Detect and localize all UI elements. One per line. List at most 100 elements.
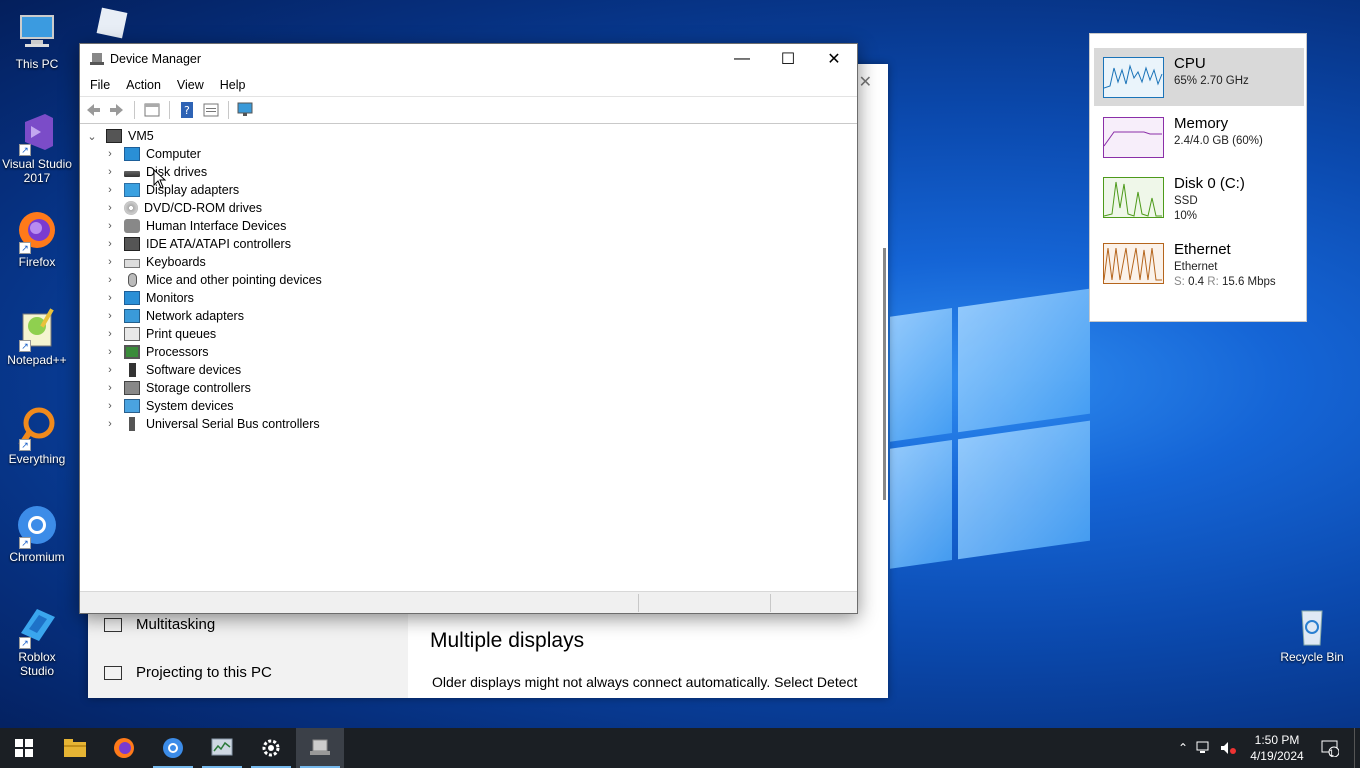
collapse-chevron-icon[interactable]: ⌄ xyxy=(86,130,98,143)
show-desktop-button[interactable] xyxy=(1354,728,1360,768)
settings-nav-multitasking[interactable]: Multitasking xyxy=(104,616,215,633)
device-category-human-interface-devices[interactable]: › Human Interface Devices xyxy=(104,217,286,235)
expand-chevron-icon[interactable]: › xyxy=(104,328,116,340)
expand-chevron-icon[interactable]: › xyxy=(104,238,116,250)
device-category-ide-ata-atapi-controllers[interactable]: › IDE ATA/ATAPI controllers xyxy=(104,235,291,253)
menu-action[interactable]: Action xyxy=(118,78,169,92)
tree-root-label: VM5 xyxy=(128,129,154,143)
expand-chevron-icon[interactable]: › xyxy=(104,274,116,286)
disk-type-text: SSD xyxy=(1174,195,1198,207)
device-category-processors[interactable]: › Processors xyxy=(104,343,209,361)
device-category-label: Keyboards xyxy=(146,255,206,269)
chromium-icon xyxy=(163,738,183,758)
system-tray: ⌃ xyxy=(1175,728,1239,768)
device-category-universal-serial-bus-controllers[interactable]: › Universal Serial Bus controllers xyxy=(104,415,320,433)
expand-chevron-icon[interactable]: › xyxy=(104,148,116,160)
taskbar-device-manager[interactable] xyxy=(296,728,344,768)
scan-hardware-button[interactable] xyxy=(237,101,255,119)
device-category-print-queues[interactable]: › Print queues xyxy=(104,325,216,343)
perf-item-memory[interactable]: Memory 2.4/4.0 GB (60%) xyxy=(1094,108,1304,166)
taskbar-clock[interactable]: 1:50 PM 4/19/2024 xyxy=(1246,732,1308,764)
device-category-dvd-cd-rom-drives[interactable]: › DVD/CD-ROM drives xyxy=(104,199,262,217)
mouse-icon xyxy=(128,273,137,287)
expand-chevron-icon[interactable]: › xyxy=(104,400,116,412)
computer-root-icon xyxy=(106,129,122,143)
desktop-icon-notepadpp[interactable]: ↗ Notepad++ xyxy=(0,306,74,367)
desktop-icon-everything[interactable]: ↗ Everything xyxy=(0,405,74,466)
menu-view[interactable]: View xyxy=(169,78,212,92)
expand-chevron-icon[interactable]: › xyxy=(104,382,116,394)
device-tree: ⌄ VM5 › Computer › Disk drives › Display adap… xyxy=(80,126,857,590)
expand-chevron-icon[interactable]: › xyxy=(104,292,116,304)
back-button[interactable] xyxy=(84,101,102,119)
device-category-software-devices[interactable]: › Software devices xyxy=(104,361,241,379)
perf-item-ethernet[interactable]: Ethernet Ethernet S: 0.4 R: 15.6 Mbps xyxy=(1094,234,1304,294)
expand-chevron-icon[interactable]: › xyxy=(104,166,116,178)
action-center-button[interactable]: 1 xyxy=(1316,728,1344,768)
expand-chevron-icon[interactable]: › xyxy=(104,418,116,430)
desktop-icon-firefox[interactable]: ↗ Firefox xyxy=(0,208,74,269)
settings-nav-projecting[interactable]: Projecting to this PC xyxy=(104,664,272,681)
taskbar: ⌃ 1:50 PM 4/19/2024 1 xyxy=(0,728,1360,768)
processor-icon xyxy=(124,345,140,359)
network-icon[interactable] xyxy=(1191,741,1217,755)
device-category-mice-and-other-pointing-devices[interactable]: › Mice and other pointing devices xyxy=(104,271,322,289)
maximize-button[interactable]: ☐ xyxy=(765,44,811,74)
expand-chevron-icon[interactable]: › xyxy=(104,202,116,214)
everything-icon: ↗ xyxy=(15,405,59,451)
desktop-icon-recycle-bin[interactable]: Recycle Bin xyxy=(1275,603,1349,664)
taskbar-settings[interactable] xyxy=(247,728,295,768)
expand-chevron-icon[interactable]: › xyxy=(104,346,116,358)
ethernet-adapter-text: Ethernet xyxy=(1174,261,1218,273)
display-adapter-icon xyxy=(124,183,140,197)
desktop-icon-label: This PC xyxy=(15,57,59,71)
perf-item-cpu[interactable]: CPU 65% 2.70 GHz xyxy=(1094,48,1304,106)
taskbar-chromium[interactable] xyxy=(149,728,197,768)
close-button[interactable]: ✕ xyxy=(811,44,857,74)
device-category-network-adapters[interactable]: › Network adapters xyxy=(104,307,244,325)
tree-root[interactable]: ⌄ VM5 xyxy=(86,127,154,145)
taskbar-firefox[interactable] xyxy=(100,728,148,768)
desktop-icon-roblox-studio[interactable]: ↗ Roblox Studio xyxy=(0,603,74,678)
desktop-icon-this-pc[interactable]: This PC xyxy=(0,10,74,71)
memory-usage-text: 2.4/4.0 GB (60%) xyxy=(1174,135,1263,147)
expand-chevron-icon[interactable]: › xyxy=(104,256,116,268)
desktop: This PC ↗ Visual Studio 2017 ↗ Firefox ↗… xyxy=(0,0,1360,728)
desktop-icon-label: Chromium xyxy=(9,550,65,564)
toolbar: ? xyxy=(80,96,857,124)
device-category-system-devices[interactable]: › System devices xyxy=(104,397,234,415)
hid-icon xyxy=(124,219,140,233)
menu-help[interactable]: Help xyxy=(212,78,254,92)
help-button[interactable]: ? xyxy=(178,101,196,119)
device-category-monitors[interactable]: › Monitors xyxy=(104,289,194,307)
device-category-display-adapters[interactable]: › Display adapters xyxy=(104,181,239,199)
device-category-storage-controllers[interactable]: › Storage controllers xyxy=(104,379,251,397)
perf-item-disk[interactable]: Disk 0 (C:) SSD 10% xyxy=(1094,168,1304,226)
show-hide-console-tree-button[interactable] xyxy=(143,101,161,119)
expand-chevron-icon[interactable]: › xyxy=(104,310,116,322)
desktop-icon-chromium[interactable]: ↗ Chromium xyxy=(0,503,74,564)
device-category-computer[interactable]: › Computer xyxy=(104,145,201,163)
start-button[interactable] xyxy=(0,728,48,768)
device-category-label: Computer xyxy=(146,147,201,161)
expand-chevron-icon[interactable]: › xyxy=(104,220,116,232)
device-manager-window[interactable]: Device Manager — ☐ ✕ File Action View He… xyxy=(79,43,858,614)
expand-chevron-icon[interactable]: › xyxy=(104,184,116,196)
minimize-button[interactable]: — xyxy=(719,44,765,74)
volume-muted-icon[interactable] xyxy=(1217,741,1239,755)
taskbar-file-explorer[interactable] xyxy=(51,728,99,768)
clock-time: 1:50 PM xyxy=(1254,733,1300,747)
device-manager-titlebar[interactable]: Device Manager — ☐ ✕ xyxy=(80,44,857,74)
show-hidden-icons-chevron-icon[interactable]: ⌃ xyxy=(1175,741,1191,755)
expand-chevron-icon[interactable]: › xyxy=(104,364,116,376)
menu-file[interactable]: File xyxy=(82,78,118,92)
settings-scrollbar[interactable] xyxy=(883,248,886,500)
taskbar-task-manager[interactable] xyxy=(198,728,246,768)
device-category-keyboards[interactable]: › Keyboards xyxy=(104,253,206,271)
shortcut-arrow-icon: ↗ xyxy=(19,537,31,549)
settings-close-icon[interactable]: ✕ xyxy=(859,72,872,92)
properties-button[interactable] xyxy=(202,101,220,119)
cpu-graph xyxy=(1103,57,1164,98)
desktop-icon-visual-studio[interactable]: ↗ Visual Studio 2017 xyxy=(0,110,74,185)
forward-button[interactable] xyxy=(108,101,126,119)
